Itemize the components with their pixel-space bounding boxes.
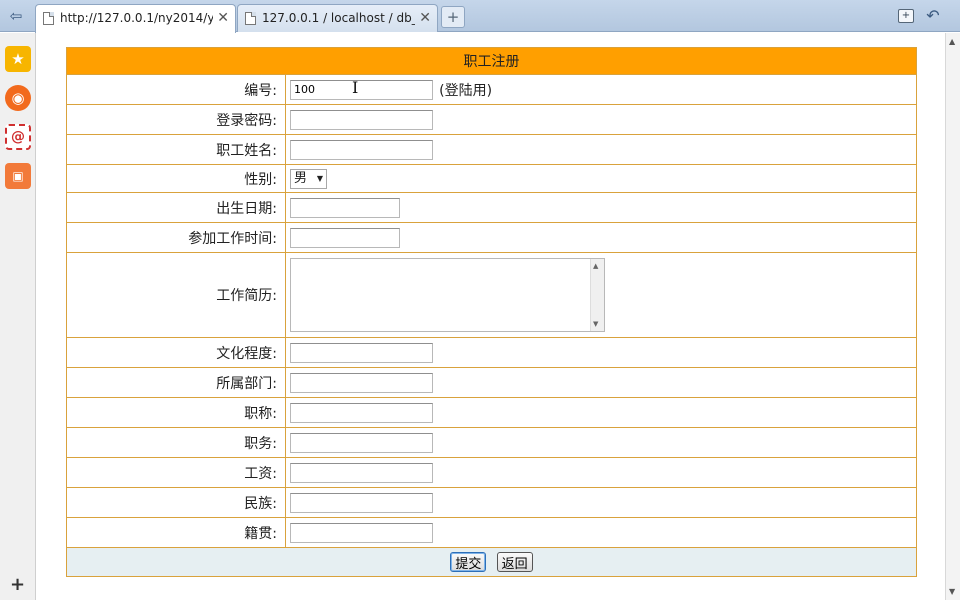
position-input[interactable] xyxy=(290,432,433,453)
tab-title: 127.0.0.1 / localhost / db_yi xyxy=(262,11,415,25)
gender-selected-value: 男 xyxy=(294,170,308,186)
name-label: 职工姓名: xyxy=(66,134,286,165)
window-restore-icon[interactable]: + xyxy=(898,9,914,23)
textarea-scrollbar[interactable]: ▲ ▼ xyxy=(590,259,604,331)
salary-input[interactable] xyxy=(290,462,433,483)
chevron-down-icon: ▼ xyxy=(316,173,323,183)
scroll-up-icon[interactable]: ▲ xyxy=(593,262,598,270)
close-icon[interactable]: ✕ xyxy=(217,5,229,31)
mail-icon[interactable]: @ xyxy=(5,124,31,150)
birth-date-input[interactable] xyxy=(290,197,400,218)
work-start-input[interactable] xyxy=(290,227,400,248)
new-tab-plus-icon[interactable]: + xyxy=(441,6,465,28)
native-place-input[interactable] xyxy=(290,522,433,543)
browser-tab-strip: ⇦ http://127.0.0.1/ny2014/yiba ✕ 127.0.0… xyxy=(0,0,960,33)
scroll-down-icon[interactable]: ▼ xyxy=(593,320,598,328)
form-actions: 提交 返回 xyxy=(66,547,917,577)
browser-sidebar: ★ ◉ @ ▣ + xyxy=(0,33,36,600)
id-hint: (登陆用) xyxy=(439,82,493,99)
department-label: 所属部门: xyxy=(66,367,286,398)
salary-label: 工资: xyxy=(66,457,286,488)
tab-ny2014[interactable]: http://127.0.0.1/ny2014/yiba ✕ xyxy=(35,4,236,33)
shopping-icon[interactable]: ▣ xyxy=(5,163,31,189)
position-label: 职务: xyxy=(66,427,286,458)
undo-arrow-icon[interactable]: ↶ xyxy=(922,6,944,26)
close-icon[interactable]: ✕ xyxy=(419,5,431,31)
weibo-icon[interactable]: ◉ xyxy=(5,85,31,111)
work-start-label: 参加工作时间: xyxy=(66,222,286,253)
tab-phpmyadmin[interactable]: 127.0.0.1 / localhost / db_yi ✕ xyxy=(237,4,438,32)
name-input[interactable] xyxy=(290,139,433,160)
back-button[interactable]: 返回 xyxy=(496,552,533,572)
education-input[interactable] xyxy=(290,342,433,363)
form-title: 职工注册 xyxy=(66,47,917,75)
page-icon xyxy=(245,12,256,25)
page-icon xyxy=(43,12,54,25)
back-arrow-icon[interactable]: ⇦ xyxy=(6,6,26,26)
gender-label: 性别: xyxy=(66,164,286,193)
native-place-label: 籍贯: xyxy=(66,517,286,548)
id-label: 编号: xyxy=(66,74,286,105)
ethnicity-input[interactable] xyxy=(290,492,433,513)
ethnicity-label: 民族: xyxy=(66,487,286,518)
plus-icon[interactable]: + xyxy=(10,574,25,595)
favorites-star-icon[interactable]: ★ xyxy=(5,46,31,72)
department-input[interactable] xyxy=(290,372,433,393)
education-label: 文化程度: xyxy=(66,337,286,368)
password-label: 登录密码: xyxy=(66,104,286,135)
resume-label: 工作简历: xyxy=(66,252,286,338)
gender-select[interactable]: 男 ▼ xyxy=(290,168,327,189)
scroll-up-icon[interactable]: ▲ xyxy=(949,37,955,46)
title-label: 职称: xyxy=(66,397,286,428)
page-content: 职工注册 编号: (登陆用) 登录密码: 职工姓名: 性别: 男 ▼ xyxy=(37,33,945,600)
text-cursor-icon: I xyxy=(352,78,359,97)
password-input[interactable] xyxy=(290,109,433,130)
page-scrollbar[interactable]: ▲ ▼ xyxy=(945,33,960,600)
birth-date-label: 出生日期: xyxy=(66,192,286,223)
employee-register-form: 职工注册 编号: (登陆用) 登录密码: 职工姓名: 性别: 男 ▼ xyxy=(66,47,917,577)
scroll-down-icon[interactable]: ▼ xyxy=(949,587,955,596)
resume-textarea[interactable]: ▲ ▼ xyxy=(290,258,605,332)
id-input[interactable] xyxy=(290,79,433,100)
submit-button[interactable]: 提交 xyxy=(450,552,487,572)
tab-title: http://127.0.0.1/ny2014/yiba xyxy=(60,11,213,25)
title-input[interactable] xyxy=(290,402,433,423)
